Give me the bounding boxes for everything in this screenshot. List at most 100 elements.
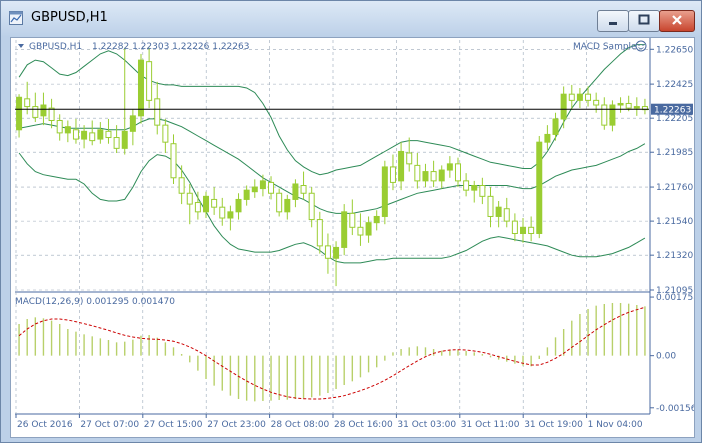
candle (446, 156, 453, 178)
candle-body (495, 206, 502, 217)
chart-area[interactable]: 1.22650 1.22425 1.22205 1.21985 1.21760 1.215… (10, 37, 695, 438)
candle-body (349, 212, 356, 228)
collapse-arrow-icon[interactable] (18, 44, 24, 48)
candle-body (398, 150, 405, 182)
candle-body (146, 61, 153, 101)
close-button[interactable] (659, 10, 695, 32)
candle-body (81, 130, 88, 140)
candle-body (601, 104, 608, 126)
candle-body (333, 246, 340, 259)
chart-window: GBPUSD,H1 1.22650 1.22425 1.22205 1.21985 1.… (0, 0, 702, 443)
time-tick-label: 31 Oct 19:00 (524, 420, 583, 430)
candle (324, 233, 331, 274)
candle (292, 179, 299, 208)
candle-body (438, 169, 445, 182)
candle-body (243, 189, 250, 200)
time-tick-label: 28 Oct 08:00 (271, 420, 330, 430)
window-title: GBPUSD,H1 (31, 10, 108, 25)
current-price-label: 1.22263 (654, 106, 691, 116)
candle (373, 210, 380, 231)
candle-body (121, 130, 128, 149)
candle (268, 176, 275, 200)
time-tick-label: 31 Oct 11:00 (461, 420, 520, 430)
candle (593, 92, 600, 113)
candle-body (414, 164, 421, 182)
candle-body (235, 198, 242, 213)
candle-body (308, 192, 315, 221)
candle-body (32, 106, 39, 118)
candle (259, 174, 266, 197)
candle (544, 125, 551, 150)
candle (146, 47, 153, 109)
candle-body (520, 226, 527, 234)
candle (576, 87, 583, 109)
macd-tick-label: 0.00 (656, 352, 676, 362)
macd-signal-line (18, 306, 646, 400)
candle-body (16, 96, 23, 131)
time-tick-label: 27 Oct 15:00 (144, 420, 203, 430)
candle-body (259, 180, 266, 190)
maximize-button[interactable] (628, 10, 660, 32)
candle-body (203, 195, 210, 213)
candle-body (268, 181, 275, 194)
candle (471, 180, 478, 203)
candle-body (162, 124, 169, 143)
candle-body (479, 185, 486, 197)
candle (463, 173, 470, 197)
time-tick-label: 26 Oct 2016 (17, 420, 73, 430)
candle-body (633, 106, 640, 109)
candle (495, 200, 502, 228)
bollinger-middle-line (19, 118, 646, 214)
candle-body (381, 166, 388, 217)
candle-body (105, 130, 112, 139)
price-tick-label: 1.21985 (656, 148, 693, 158)
candle (552, 112, 559, 141)
candle (170, 134, 177, 184)
price-tick-label: 1.21320 (656, 251, 693, 261)
candle-body (357, 226, 364, 236)
candle-body (422, 171, 429, 182)
price-tick-label: 1.21540 (656, 217, 693, 227)
candle-body (211, 198, 218, 208)
candle-body (528, 226, 535, 234)
candle (422, 163, 429, 188)
candle (633, 97, 640, 116)
candle (178, 165, 185, 205)
candle-body (389, 166, 396, 183)
price-tick-label: 1.22425 (656, 80, 693, 90)
candle (536, 135, 543, 239)
candle-body (113, 137, 120, 149)
time-tick-label: 1 Nov 04:00 (588, 420, 643, 430)
title-bar[interactable]: GBPUSD,H1 (1, 1, 701, 37)
candle-body (24, 98, 31, 108)
macd-tick-label: -0.001564 (656, 404, 694, 414)
candle (251, 179, 258, 198)
candle-body (227, 211, 234, 219)
candle (398, 142, 405, 191)
candle (438, 165, 445, 189)
close-icon (672, 15, 682, 25)
candle-body (430, 171, 437, 182)
candle (162, 118, 169, 154)
candle-body (560, 93, 567, 120)
candle (503, 197, 510, 228)
candle (641, 98, 648, 115)
candle-body (300, 185, 307, 194)
candle (243, 185, 250, 206)
candle (617, 97, 624, 113)
chart-canvas[interactable]: 1.226501.224251.222051.219851.217601.215… (11, 38, 694, 437)
candle-body (284, 198, 291, 213)
candle (560, 86, 567, 129)
minimize-icon (609, 22, 617, 25)
candle (186, 183, 193, 225)
candle-body (454, 163, 461, 182)
candle (528, 216, 535, 242)
candle (276, 188, 283, 217)
candle (511, 213, 518, 242)
minimize-button[interactable] (597, 10, 629, 32)
candle (430, 160, 437, 188)
bollinger-bands (18, 44, 646, 264)
maximize-icon (638, 14, 650, 25)
candle (520, 218, 527, 243)
candle-body (593, 99, 600, 106)
